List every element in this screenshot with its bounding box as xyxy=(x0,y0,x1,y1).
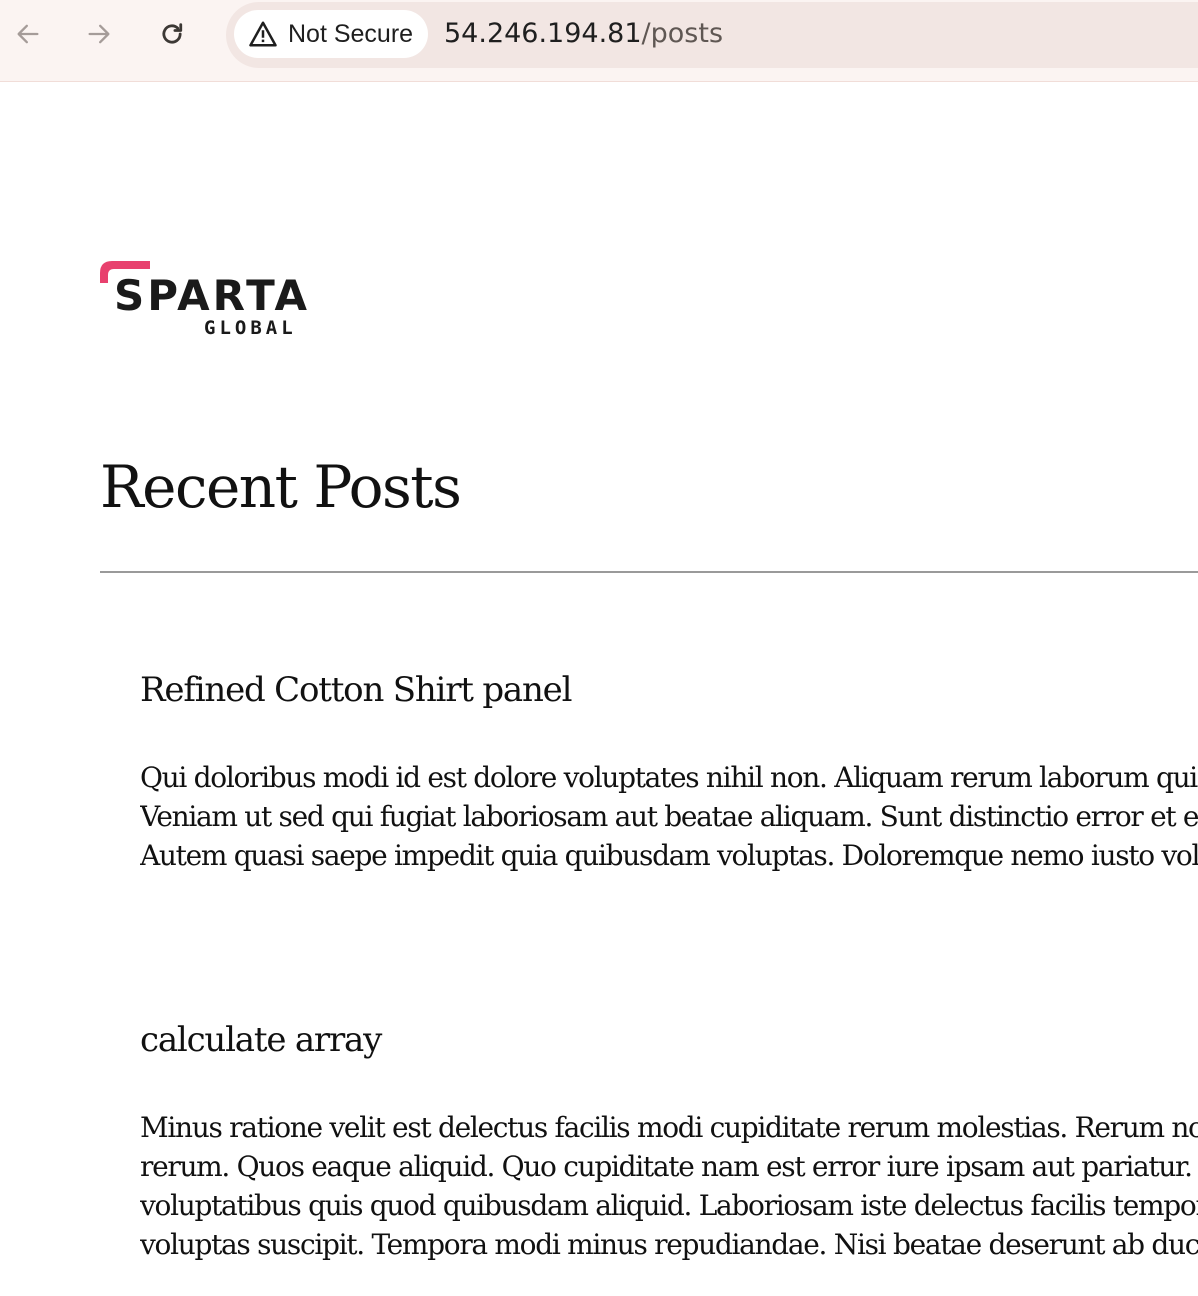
reload-icon xyxy=(162,23,183,44)
post-item: calculate array Minus ratione velit est … xyxy=(140,1020,1198,1264)
page-content: SPARTA GLOBAL Recent Posts Refined Cotto… xyxy=(0,83,1198,1296)
address-bar[interactable]: Not Secure 54.246.194.81/posts xyxy=(226,2,1198,68)
back-button[interactable] xyxy=(11,17,45,51)
post-body-line: Autem quasi saepe impedit quia quibusdam… xyxy=(140,839,1198,872)
post-body: Minus ratione velit est delectus facilis… xyxy=(140,1108,1198,1264)
logo-text: SPARTA xyxy=(114,271,308,320)
post-title[interactable]: calculate array xyxy=(140,1020,1198,1060)
reload-button[interactable] xyxy=(155,17,189,51)
title-divider xyxy=(100,571,1198,573)
arrow-right-icon xyxy=(88,24,110,44)
post-body-line: Minus ratione velit est delectus facilis… xyxy=(140,1111,1198,1144)
sparta-global-logo[interactable]: SPARTA GLOBAL xyxy=(98,259,308,339)
post-body-line: Qui doloribus modi id est dolore volupta… xyxy=(140,761,1198,794)
post-item: Refined Cotton Shirt panel Qui doloribus… xyxy=(140,670,1198,875)
url-path: /posts xyxy=(641,18,724,49)
browser-toolbar: Not Secure 54.246.194.81/posts xyxy=(0,0,1198,82)
security-label: Not Secure xyxy=(288,19,414,48)
post-body-line: voluptatibus quis quod quibusdam aliquid… xyxy=(140,1189,1198,1222)
forward-button[interactable] xyxy=(82,17,116,51)
security-indicator[interactable]: Not Secure xyxy=(234,10,428,58)
arrow-left-icon xyxy=(17,24,39,44)
post-body-line: Veniam ut sed qui fugiat laboriosam aut … xyxy=(140,800,1198,833)
post-title[interactable]: Refined Cotton Shirt panel xyxy=(140,670,1198,710)
post-body-line: voluptas suscipit. Tempora modi minus re… xyxy=(140,1228,1198,1261)
post-body: Qui doloribus modi id est dolore volupta… xyxy=(140,758,1198,875)
logo-subtext: GLOBAL xyxy=(204,317,297,339)
warning-triangle-icon xyxy=(249,21,277,47)
page-title: Recent Posts xyxy=(100,453,462,521)
post-body-line: rerum. Quos eaque aliquid. Quo cupiditat… xyxy=(140,1150,1198,1183)
url-text[interactable]: 54.246.194.81/posts xyxy=(444,18,723,49)
url-host: 54.246.194.81 xyxy=(444,18,642,49)
